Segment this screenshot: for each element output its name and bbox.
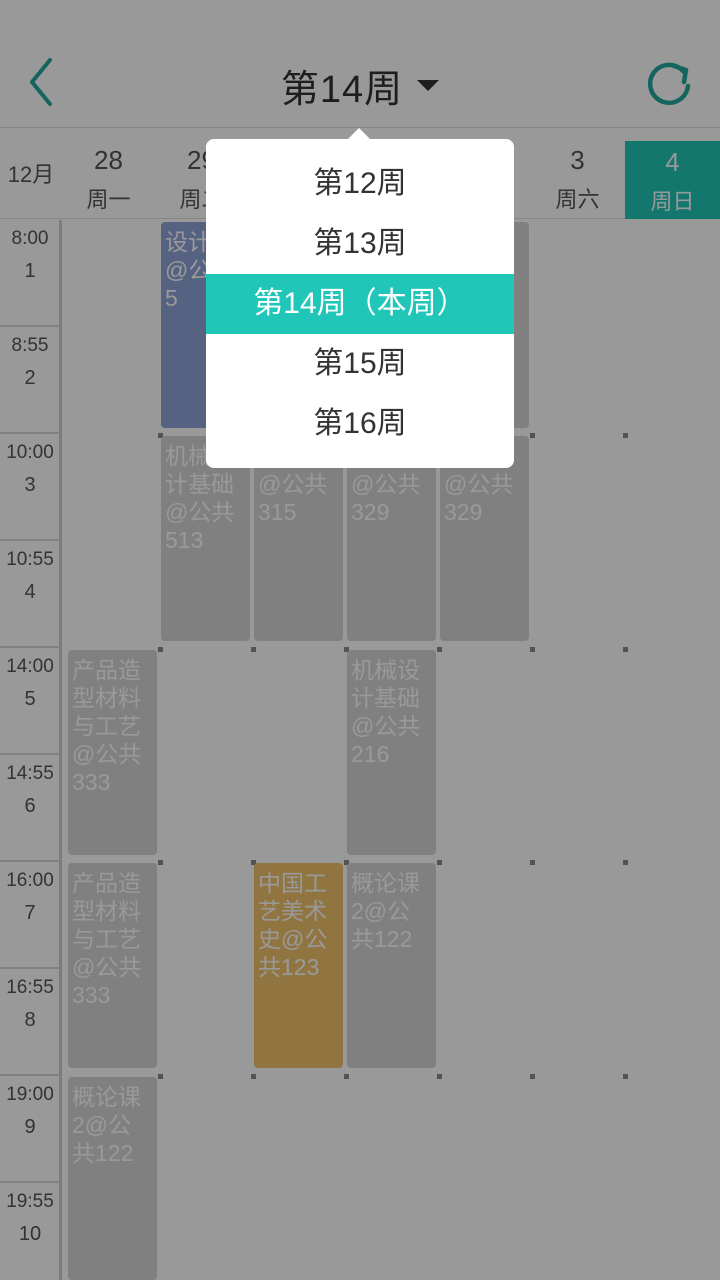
week-option[interactable]: 第16周 [206, 394, 514, 454]
week-option-selected[interactable]: 第14周（本周） [206, 274, 514, 334]
week-option[interactable]: 第13周 [206, 214, 514, 274]
week-picker-popup: 第12周 第13周 第14周（本周） 第15周 第16周 [206, 139, 514, 468]
popup-arrow [348, 128, 370, 139]
week-option[interactable]: 第12周 [206, 154, 514, 214]
week-option[interactable]: 第15周 [206, 334, 514, 394]
